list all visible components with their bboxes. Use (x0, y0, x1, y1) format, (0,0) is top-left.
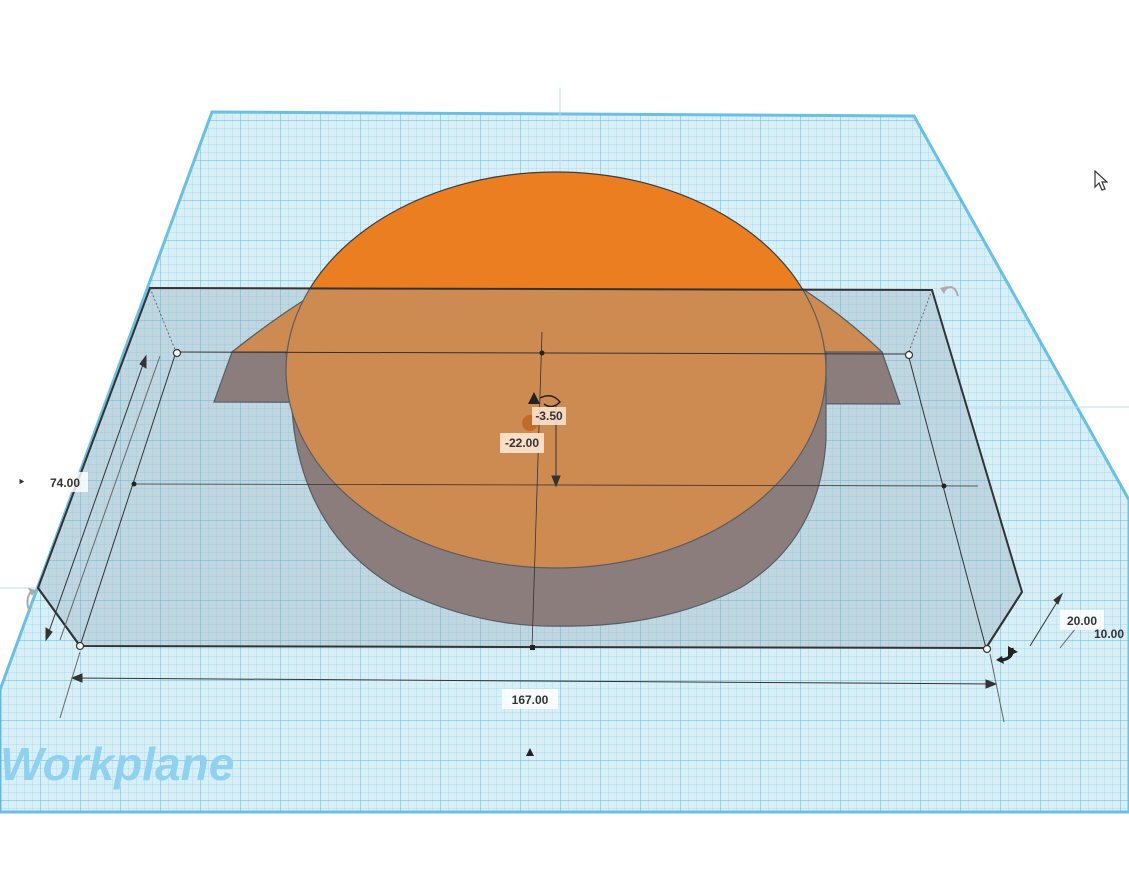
elevation-value[interactable]: 10.00 (1094, 627, 1124, 641)
handle-front-left[interactable] (75, 641, 85, 651)
handle-back-left[interactable] (172, 348, 182, 358)
handle-left-mid[interactable] (131, 481, 137, 487)
handle-back-mid[interactable] (539, 350, 545, 356)
handle-front-mid[interactable] (530, 645, 535, 650)
handle-right-mid[interactable] (941, 483, 947, 489)
offset-y-value[interactable]: -3.50 (535, 409, 563, 423)
handle-back-right[interactable] (904, 350, 914, 360)
3d-viewport[interactable]: Workplane 167.00 ‣ 74.00 20.00 10.00 -3.… (0, 0, 1129, 876)
handle-front-right[interactable] (982, 644, 992, 654)
selection-box[interactable] (36, 286, 1024, 650)
workplane-label: Workplane (0, 738, 234, 790)
depth-arrow-icon: ‣ (18, 475, 25, 489)
width-value[interactable]: 167.00 (512, 693, 549, 707)
height-value[interactable]: 20.00 (1067, 614, 1097, 628)
workplane-scene[interactable]: Workplane 167.00 ‣ 74.00 20.00 10.00 -3.… (0, 0, 1129, 876)
mouse-pointer-icon (1094, 170, 1108, 191)
offset-x-value[interactable]: -22.00 (505, 436, 539, 450)
depth-value[interactable]: 74.00 (50, 476, 80, 490)
